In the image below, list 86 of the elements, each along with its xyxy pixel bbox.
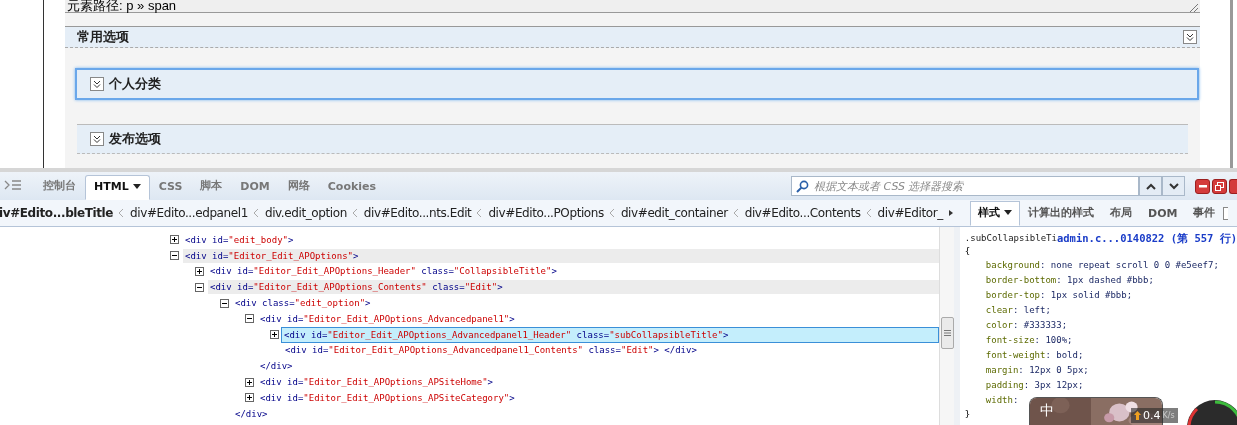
breadcrumb-item[interactable]: div#edit_container xyxy=(620,206,728,220)
minimize-icon xyxy=(1198,184,1207,188)
expand-icon[interactable] xyxy=(245,393,254,403)
css-property[interactable]: margin: 12px 0 5px; xyxy=(985,363,1089,378)
side-panel-tab[interactable]: 布局 xyxy=(1102,201,1140,226)
expand-icon[interactable] xyxy=(245,377,254,387)
css-property[interactable]: background: none repeat scroll 0 0 #e5eef7; xyxy=(985,258,1219,273)
collapse-icon[interactable] xyxy=(220,298,229,308)
ime-label: 中 xyxy=(1040,402,1054,420)
css-property[interactable]: border-top: 1px solid #bbb; xyxy=(985,288,1133,303)
css-property[interactable]: padding: 3px 12px; xyxy=(985,378,1084,393)
side-panel-tab[interactable]: DOM xyxy=(1140,203,1186,226)
minimize-button[interactable] xyxy=(1195,178,1210,194)
expand-icon[interactable] xyxy=(90,132,104,146)
breadcrumb-item[interactable]: div#Edito...nts.Edit xyxy=(363,206,472,220)
breadcrumb-item[interactable]: div.edit_option xyxy=(264,206,347,220)
next-match-button[interactable] xyxy=(1162,176,1185,196)
markup-line[interactable]: <div class="edit_option"> xyxy=(233,296,373,311)
panel-tab[interactable]: DOM xyxy=(231,175,279,200)
panel-tab[interactable]: 控制台 xyxy=(34,173,85,200)
upload-arrow-icon xyxy=(1134,411,1141,420)
panel-tab[interactable]: Cookies xyxy=(318,175,386,200)
markup-line[interactable]: <div id="Editor_Edit_APOptions_Advancedpanel1"> xyxy=(258,311,517,326)
breadcrumb-item[interactable]: iv#Edito...bleTitle xyxy=(0,206,114,220)
panel-tab[interactable]: CSS xyxy=(149,175,192,200)
panel-tab[interactable]: 网络 xyxy=(278,173,319,200)
markup-line[interactable]: </div> xyxy=(258,359,295,374)
css-property[interactable]: border-bottom: 1px dashed #bbb; xyxy=(985,273,1154,288)
restore-icon xyxy=(1215,181,1224,191)
markup-line[interactable]: </div> xyxy=(233,406,270,421)
css-property[interactable]: color: #333333; xyxy=(985,318,1068,333)
expand-icon[interactable] xyxy=(195,267,204,276)
side-panel-tab[interactable]: 事件 xyxy=(1185,201,1224,226)
collapse-icon[interactable] xyxy=(245,314,254,324)
markup-line[interactable]: <div id="edit_body"> xyxy=(183,232,296,247)
chevron-left-icon xyxy=(253,209,259,217)
chevron-down-icon xyxy=(1168,182,1179,190)
css-property[interactable]: font-weight: bold; xyxy=(985,348,1084,363)
markup-line[interactable]: <div id="Editor_Edit_APOptions_APSiteCategory"> xyxy=(258,390,517,405)
subpanel-header[interactable]: 发布选项 xyxy=(77,124,1188,154)
chevron-left-icon xyxy=(609,209,615,217)
breadcrumb-item[interactable]: div#Edito...edpanel1 xyxy=(130,206,248,220)
section-header[interactable]: 常用选项 xyxy=(65,26,1200,48)
expand-icon[interactable] xyxy=(90,77,104,91)
panel-tab[interactable]: 脚本 xyxy=(191,173,232,200)
collapse-icon[interactable] xyxy=(170,251,179,261)
network-speed-badge: 0.4 K/s xyxy=(1131,408,1178,423)
subpanel-header[interactable]: 个人分类 xyxy=(75,68,1199,100)
markup-line[interactable]: <div id="Editor_Edit_APOptions_Advancedpanel1_Contents" class="Edit"> </div> xyxy=(283,343,699,358)
gauge-drawing xyxy=(1185,398,1237,425)
side-panel-tab[interactable]: 样式 xyxy=(970,201,1020,226)
chevron-left-icon xyxy=(477,209,483,217)
restore-button[interactable] xyxy=(1212,178,1227,194)
css-property[interactable]: clear: left; xyxy=(985,303,1051,318)
markup-line[interactable]: <div id="Editor_Edit_APOptions_Header" class="CollapsibleTitle"> xyxy=(208,264,559,279)
previous-match-button[interactable] xyxy=(1139,176,1162,196)
side-panel-tab[interactable]: 计算出的样式 xyxy=(1020,201,1102,226)
collapse-icon[interactable] xyxy=(1183,30,1197,44)
search-field[interactable]: 根据文本或者 CSS 选择器搜索 xyxy=(791,176,1139,196)
chevron-left-icon xyxy=(866,209,872,217)
checkbox[interactable] xyxy=(1223,207,1229,220)
brace: { xyxy=(964,245,971,258)
expand-icon[interactable] xyxy=(170,235,179,245)
chevron-left-icon xyxy=(119,209,125,217)
breadcrumb-item[interactable]: div#Editor_ xyxy=(877,206,943,220)
inspect-icon[interactable] xyxy=(4,179,22,191)
breadcrumb-item[interactable]: div#Edito...Contents xyxy=(744,206,861,220)
overflow-arrow-icon[interactable] xyxy=(948,210,953,216)
css-selector: .subCollapsibleTi xyxy=(964,232,1057,245)
expand-icon[interactable] xyxy=(270,330,279,340)
collapse-icon[interactable] xyxy=(195,282,204,292)
css-property[interactable]: width: xyxy=(985,393,1019,408)
chevron-left-icon xyxy=(733,209,739,217)
brace: } xyxy=(964,408,971,421)
scrollbar-thumb[interactable] xyxy=(940,317,954,349)
chevron-left-icon xyxy=(352,209,358,217)
breadcrumb-item[interactable]: div#Edito...POptions xyxy=(488,206,604,220)
markup-line[interactable]: <div id="Editor_Edit_APOptions_APSiteHome"> xyxy=(258,375,495,390)
css-property[interactable]: font-size: 100%; xyxy=(985,333,1073,348)
grip-icon xyxy=(943,330,951,336)
chevron-up-icon xyxy=(1145,182,1156,190)
panel-tab[interactable]: HTML xyxy=(85,175,150,200)
resize-grip-icon[interactable] xyxy=(1188,2,1198,12)
source-link[interactable]: admin.c...0140822 (第 557 行) xyxy=(1056,232,1237,245)
close-button[interactable] xyxy=(1229,178,1237,194)
element-path: 元素路径: p » span xyxy=(67,0,177,12)
